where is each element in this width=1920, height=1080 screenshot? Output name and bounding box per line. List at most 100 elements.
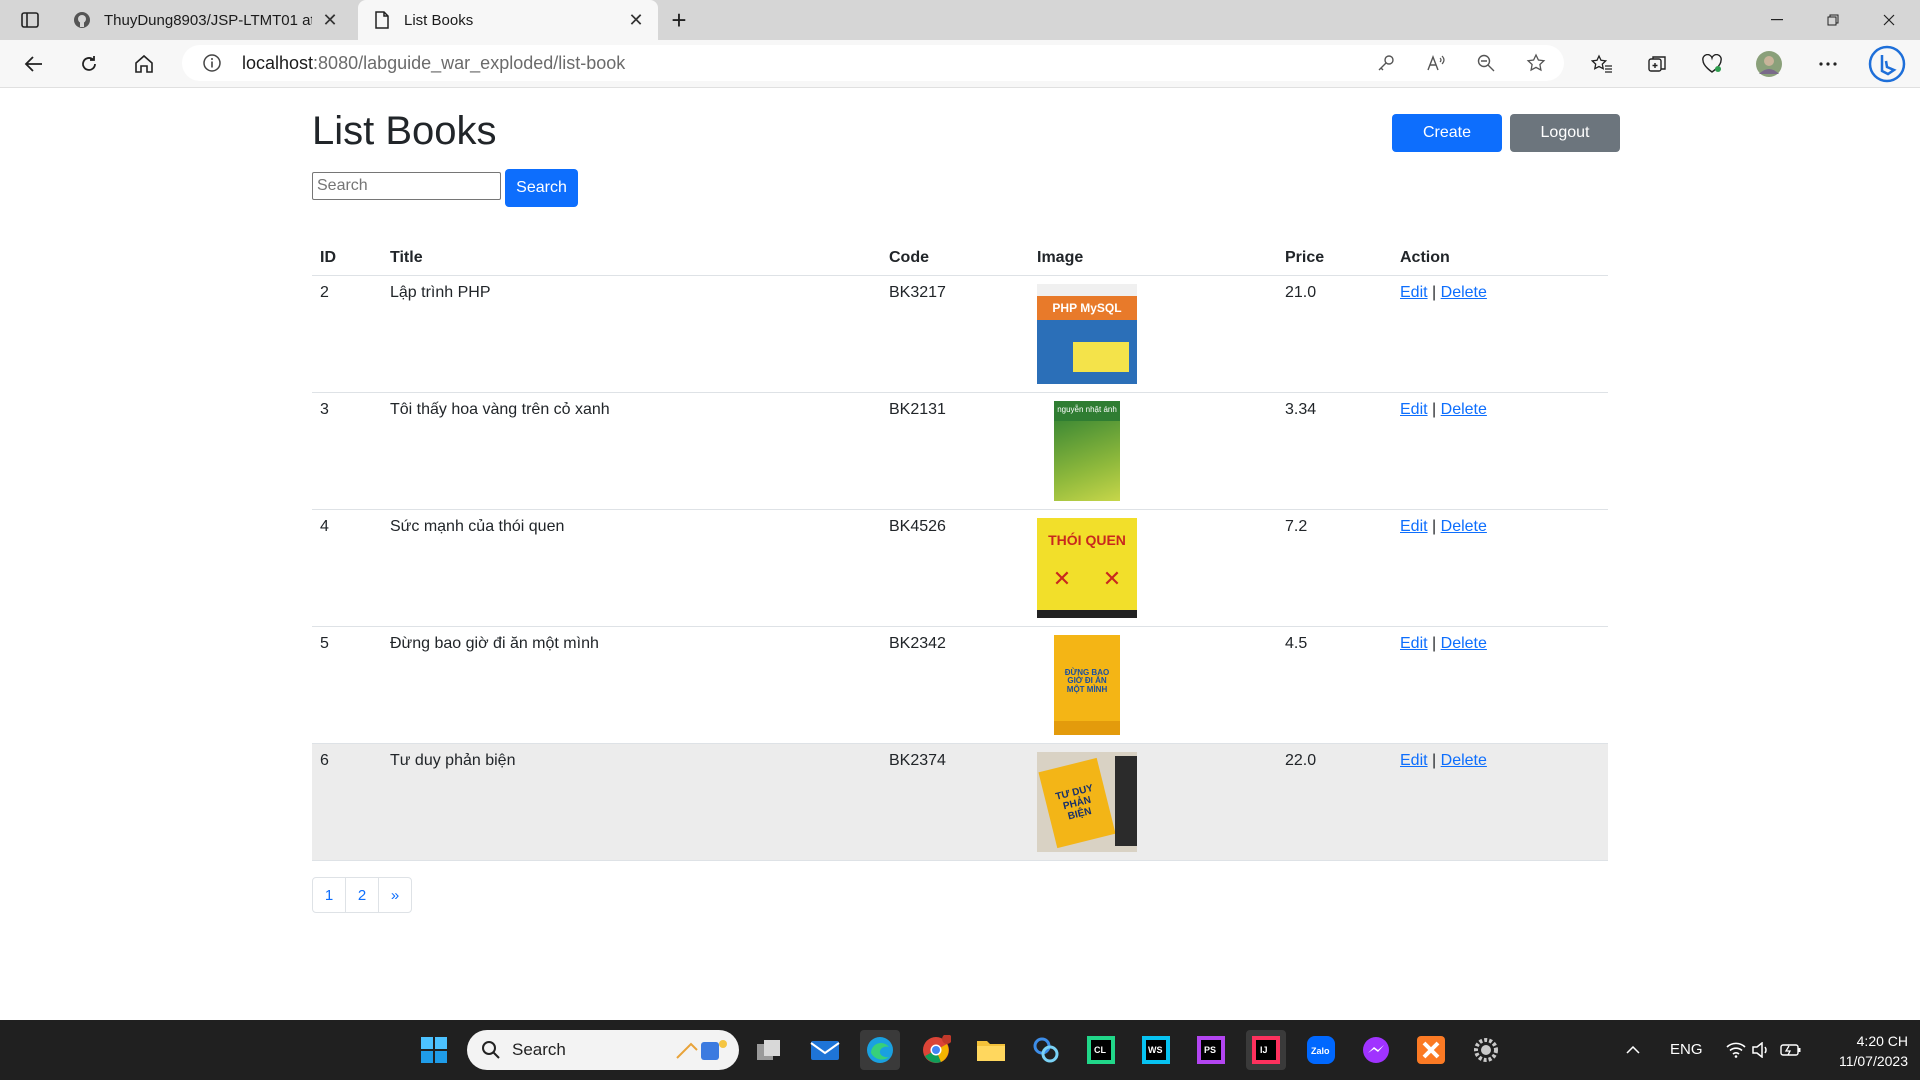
- table-header-row: ID Title Code Image Price Action: [312, 237, 1608, 276]
- cell-code: BK4526: [881, 509, 1029, 627]
- book-cover-image: PHP MySQL: [1037, 283, 1137, 384]
- zalo-icon[interactable]: Zalo: [1301, 1030, 1341, 1070]
- cell-action: Edit | Delete: [1392, 509, 1608, 627]
- intellij-idea-icon[interactable]: IJ: [1246, 1030, 1286, 1070]
- refresh-icon[interactable]: [73, 48, 105, 80]
- read-aloud-icon[interactable]: [1424, 51, 1448, 75]
- header-title: Title: [382, 237, 881, 276]
- page-link-1[interactable]: 1: [312, 877, 346, 913]
- page-link-2[interactable]: 2: [345, 877, 379, 913]
- new-tab-icon[interactable]: +: [665, 5, 693, 35]
- edge-browser-icon[interactable]: [860, 1030, 900, 1070]
- search-icon: [481, 1040, 501, 1065]
- chrome-icon[interactable]: [916, 1030, 956, 1070]
- edit-link[interactable]: Edit: [1400, 284, 1428, 301]
- close-window-icon[interactable]: [1866, 4, 1912, 36]
- delete-link[interactable]: Delete: [1441, 401, 1487, 418]
- edit-link[interactable]: Edit: [1400, 518, 1428, 535]
- clipchamp-icon[interactable]: [1026, 1030, 1066, 1070]
- cell-title: Tư duy phản biện: [382, 743, 881, 861]
- books-table: ID Title Code Image Price Action 2 Lập t…: [312, 237, 1608, 861]
- delete-link[interactable]: Delete: [1441, 518, 1487, 535]
- webstorm-icon[interactable]: WS: [1136, 1030, 1176, 1070]
- tab-github[interactable]: ThuyDung8903/JSP-LTMT01 at b ✕: [60, 0, 352, 40]
- favorite-star-icon[interactable]: [1524, 51, 1548, 75]
- svg-text:IJ: IJ: [1260, 1045, 1268, 1055]
- site-info-icon[interactable]: [202, 53, 222, 73]
- restore-icon[interactable]: [1810, 4, 1856, 36]
- key-icon[interactable]: [1374, 51, 1398, 75]
- tab-list-books[interactable]: List Books ✕: [358, 0, 658, 40]
- cell-title: Sức mạnh của thói quen: [382, 509, 881, 627]
- page-content: List Books Create Logout Search ID Title…: [0, 89, 1920, 1021]
- cell-price: 7.2: [1277, 509, 1392, 627]
- edit-link[interactable]: Edit: [1400, 401, 1428, 418]
- close-tab-icon[interactable]: ✕: [626, 10, 646, 30]
- cell-id: 6: [312, 743, 382, 861]
- volume-icon[interactable]: [1746, 1030, 1776, 1070]
- svg-text:WS: WS: [1148, 1045, 1163, 1055]
- search-highlight-icon: [673, 1036, 731, 1069]
- zoom-out-icon[interactable]: [1474, 51, 1498, 75]
- input-language[interactable]: ENG: [1670, 1041, 1703, 1058]
- cell-action: Edit | Delete: [1392, 743, 1608, 861]
- back-icon[interactable]: [18, 48, 50, 80]
- header-code: Code: [881, 237, 1029, 276]
- search-button[interactable]: Search: [505, 169, 578, 207]
- close-tab-icon[interactable]: ✕: [320, 10, 340, 30]
- mail-icon[interactable]: [805, 1030, 845, 1070]
- file-explorer-icon[interactable]: [971, 1030, 1011, 1070]
- tab-label: List Books: [404, 11, 474, 29]
- more-options-icon[interactable]: [1812, 48, 1844, 80]
- system-clock[interactable]: 4:20 CH 11/07/2023: [1818, 1031, 1908, 1071]
- show-hidden-icons-icon[interactable]: [1618, 1030, 1648, 1070]
- action-separator: |: [1432, 751, 1437, 769]
- minimize-icon[interactable]: [1754, 4, 1800, 36]
- search-input[interactable]: [312, 172, 501, 200]
- cell-code: BK2342: [881, 626, 1029, 744]
- cell-action: Edit | Delete: [1392, 626, 1608, 744]
- bing-copilot-icon[interactable]: [1867, 44, 1907, 84]
- cell-action: Edit | Delete: [1392, 392, 1608, 510]
- taskbar-search[interactable]: Search: [467, 1030, 739, 1070]
- page-link-next[interactable]: »: [378, 877, 412, 913]
- tab-label: ThuyDung8903/JSP-LTMT01 at b: [104, 11, 312, 29]
- delete-link[interactable]: Delete: [1441, 284, 1487, 301]
- task-view-icon[interactable]: [749, 1030, 789, 1070]
- messenger-icon[interactable]: [1356, 1030, 1396, 1070]
- cell-title: Lập trình PHP: [382, 275, 881, 393]
- clion-icon[interactable]: CL: [1081, 1030, 1121, 1070]
- xampp-icon[interactable]: [1411, 1030, 1451, 1070]
- home-icon[interactable]: [128, 48, 160, 80]
- cell-code: BK2131: [881, 392, 1029, 510]
- svg-text:CL: CL: [1094, 1045, 1106, 1055]
- delete-link[interactable]: Delete: [1441, 752, 1487, 769]
- cell-code: BK2374: [881, 743, 1029, 861]
- cell-price: 22.0: [1277, 743, 1392, 861]
- phpstorm-icon[interactable]: PS: [1191, 1030, 1231, 1070]
- collections-icon[interactable]: [1641, 48, 1673, 80]
- cell-image: PHP MySQL: [1029, 275, 1277, 393]
- table-row: 3 Tôi thấy hoa vàng trên cỏ xanh BK2131 …: [312, 392, 1608, 510]
- favorites-icon[interactable]: [1586, 48, 1618, 80]
- logout-button[interactable]: Logout: [1510, 114, 1620, 152]
- edit-link[interactable]: Edit: [1400, 752, 1428, 769]
- battery-icon[interactable]: [1775, 1030, 1807, 1070]
- svg-text:PS: PS: [1204, 1045, 1216, 1055]
- taskbar-search-label: Search: [512, 1040, 566, 1059]
- windows-start-icon[interactable]: [414, 1030, 454, 1070]
- cell-title: Đừng bao giờ đi ăn một mình: [382, 626, 881, 744]
- header-price: Price: [1277, 237, 1392, 276]
- edit-link[interactable]: Edit: [1400, 635, 1428, 652]
- browser-essentials-icon[interactable]: [1696, 48, 1728, 80]
- profile-avatar[interactable]: [1753, 48, 1785, 80]
- tab-actions-icon[interactable]: [14, 8, 46, 32]
- cell-id: 4: [312, 509, 382, 627]
- create-button[interactable]: Create: [1392, 114, 1502, 152]
- settings-gear-icon[interactable]: [1466, 1030, 1506, 1070]
- table-row: 5 Đừng bao giờ đi ăn một mình BK2342 ĐỪN…: [312, 626, 1608, 744]
- delete-link[interactable]: Delete: [1441, 635, 1487, 652]
- cell-image: TƯ DUY PHẢN BIỆN: [1029, 743, 1277, 861]
- address-bar[interactable]: localhost:8080/labguide_war_exploded/lis…: [182, 45, 1564, 81]
- action-separator: |: [1432, 400, 1437, 418]
